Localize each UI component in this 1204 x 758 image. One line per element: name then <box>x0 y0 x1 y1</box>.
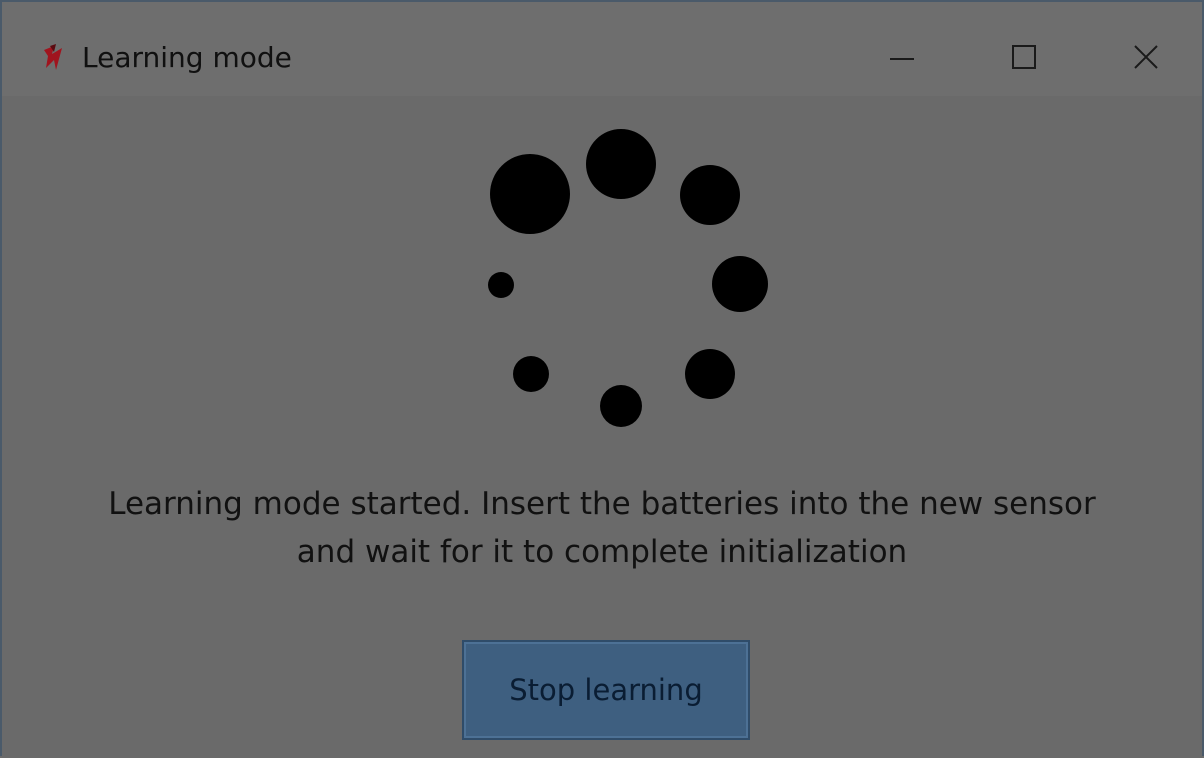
status-message-line-1: Learning mode started. Insert the batter… <box>108 486 1096 522</box>
spinner-dot <box>685 349 735 399</box>
close-button[interactable] <box>1096 26 1196 88</box>
minimize-button[interactable] <box>852 26 952 88</box>
minimize-icon <box>890 58 914 60</box>
status-message: Learning mode started. Insert the batter… <box>62 480 1142 576</box>
spinner-dot <box>490 154 570 234</box>
spinner-dot <box>712 256 768 312</box>
maximize-button[interactable] <box>974 26 1074 88</box>
spinner-dot <box>600 385 642 427</box>
maximize-icon <box>1012 45 1036 69</box>
red-bolt-icon <box>44 44 62 70</box>
window-title: Learning mode <box>82 41 292 74</box>
close-icon <box>1134 45 1158 69</box>
stop-learning-button[interactable]: Stop learning <box>462 640 750 740</box>
status-message-line-2: and wait for it to complete initializati… <box>296 534 908 570</box>
spinner-dot <box>488 272 514 298</box>
spinner-dot <box>513 356 549 392</box>
title-bar[interactable]: Learning mode <box>2 2 1202 96</box>
spinner-dot <box>586 129 656 199</box>
learning-mode-dialog: Learning mode Learning mode started. Ins… <box>0 0 1204 758</box>
loading-spinner-icon <box>488 129 768 427</box>
spinner-dot <box>680 165 740 225</box>
